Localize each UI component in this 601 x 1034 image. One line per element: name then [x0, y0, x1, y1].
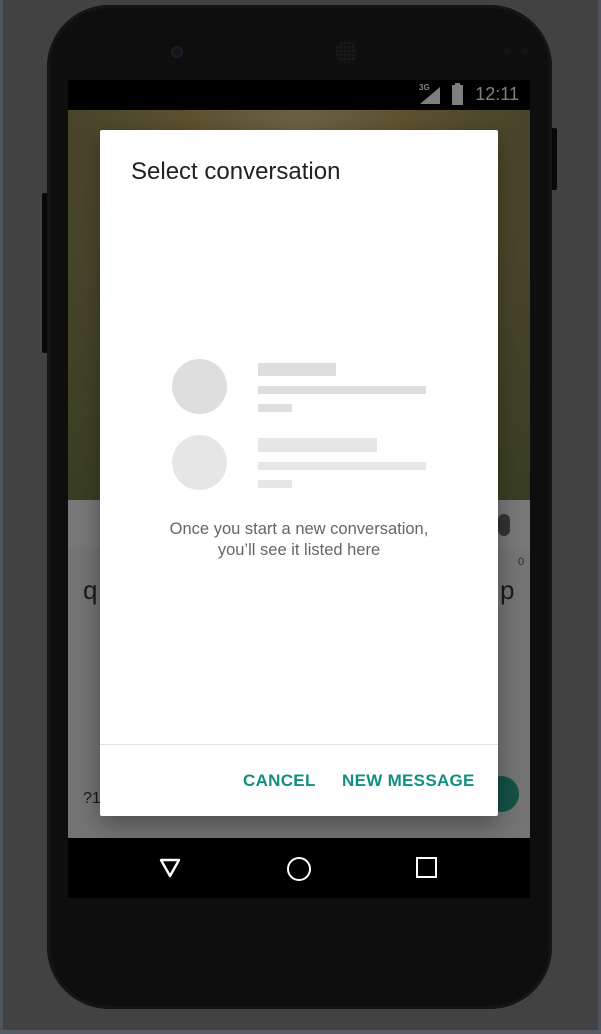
new-message-button[interactable]: NEW MESSAGE — [342, 771, 475, 791]
back-icon[interactable] — [159, 858, 181, 878]
dialog-divider — [100, 744, 498, 745]
placeholder-avatar — [172, 359, 227, 414]
placeholder-avatar — [172, 435, 227, 490]
placeholder-line — [258, 462, 426, 470]
placeholder-line — [258, 480, 292, 488]
placeholder-line — [258, 404, 292, 412]
cancel-button[interactable]: CANCEL — [243, 771, 316, 791]
placeholder-line — [258, 386, 426, 394]
dialog-title: Select conversation — [131, 158, 341, 185]
placeholder-line — [258, 438, 377, 452]
nav-bar — [68, 838, 530, 898]
empty-state-message: Once you start a new conversation, you’l… — [169, 520, 429, 559]
home-icon[interactable] — [287, 857, 311, 881]
select-conversation-dialog: Select conversation Once you start a new… — [100, 130, 498, 816]
placeholder-line — [258, 363, 336, 376]
recents-icon[interactable] — [416, 857, 437, 878]
